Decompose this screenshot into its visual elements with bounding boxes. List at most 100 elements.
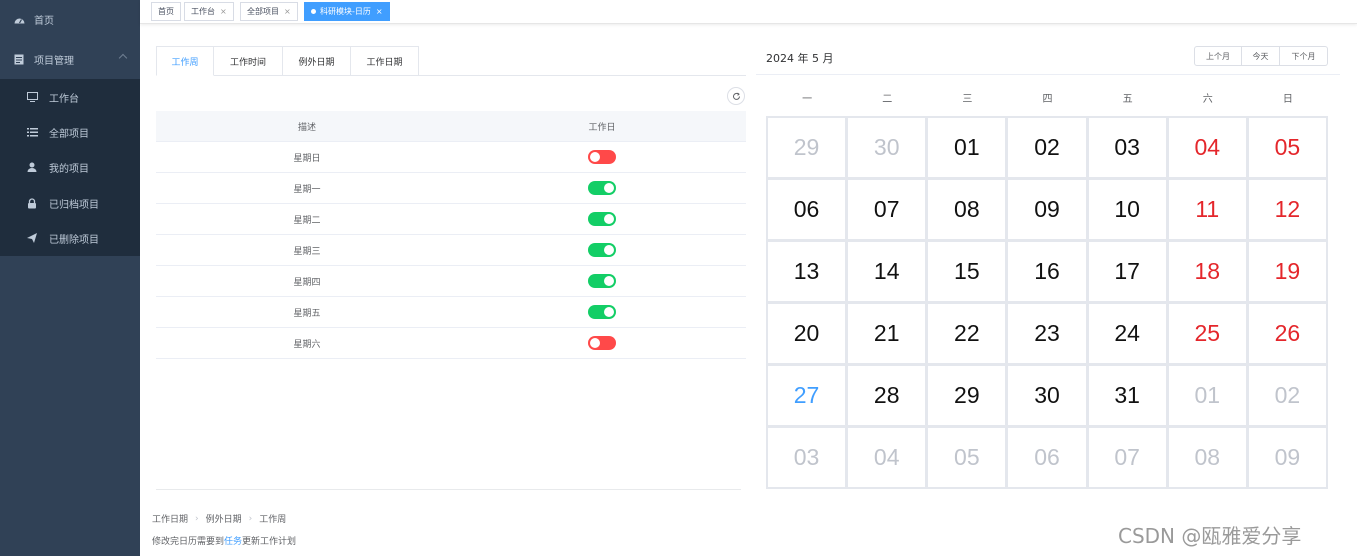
tag-all-projects[interactable]: 全部项目 × [240, 2, 298, 21]
calendar-day[interactable]: 10 [1088, 180, 1166, 239]
close-icon[interactable]: × [376, 7, 383, 16]
calendar-day[interactable]: 08 [1168, 428, 1246, 487]
calendar-day[interactable]: 25 [1168, 304, 1246, 363]
calendar-day[interactable]: 20 [768, 304, 846, 363]
calendar-day[interactable]: 08 [928, 180, 1006, 239]
breadcrumb-item[interactable]: 工作日期 [152, 512, 188, 525]
calendar-day[interactable]: 04 [848, 428, 926, 487]
breadcrumb-item[interactable]: 例外日期 [206, 512, 242, 525]
calendar-day[interactable]: 19 [1248, 242, 1326, 301]
today-button[interactable]: 今天 [1242, 46, 1280, 66]
workday-switch[interactable] [588, 305, 616, 319]
calendar-day[interactable]: 06 [768, 180, 846, 239]
calendar-day[interactable]: 02 [1248, 366, 1326, 425]
close-icon[interactable]: × [284, 7, 291, 16]
calendar-day[interactable]: 09 [1248, 428, 1326, 487]
calendar-day[interactable]: 28 [848, 366, 926, 425]
workday-switch[interactable] [588, 150, 616, 164]
workday-switch[interactable] [588, 212, 616, 226]
tab-label: 工作时间 [229, 57, 266, 68]
calendar-day[interactable]: 09 [1008, 180, 1086, 239]
switch-knob [604, 307, 614, 317]
calendar-day[interactable]: 31 [1088, 366, 1166, 425]
tab-label: 例外日期 [298, 57, 335, 68]
tag-research-calendar[interactable]: 科研模块-日历 × [304, 2, 390, 21]
calendar-day[interactable]: 30 [1008, 366, 1086, 425]
calendar-day[interactable]: 27 [768, 366, 846, 425]
table-row: 星期四 [156, 266, 746, 297]
weekday-label: 日 [1282, 94, 1293, 105]
column-header-description: 描述 [297, 122, 316, 133]
tag-home[interactable]: 首页 [151, 2, 181, 21]
calendar-day[interactable]: 22 [928, 304, 1006, 363]
calendar-day[interactable]: 06 [1008, 428, 1086, 487]
switch-knob [604, 214, 614, 224]
tab-work-time[interactable]: 工作时间 [214, 46, 283, 76]
task-link[interactable]: 任务 [224, 537, 242, 547]
next-month-button[interactable]: 下个月 [1280, 46, 1328, 66]
breadcrumb-item[interactable]: 工作周 [259, 512, 286, 525]
sidebar-item-deleted-projects[interactable]: 已删除项目 [0, 220, 140, 256]
menu-item-project-management[interactable]: 项目管理 [0, 41, 140, 77]
workday-switch[interactable] [588, 243, 616, 257]
calendar-day[interactable]: 07 [848, 180, 926, 239]
menu-item-home[interactable]: 首页 [0, 1, 140, 37]
tag-workbench[interactable]: 工作台 × [184, 2, 234, 21]
sidebar-item-workbench[interactable]: 工作台 [0, 79, 140, 115]
close-icon[interactable]: × [220, 7, 227, 16]
calendar-day[interactable]: 18 [1168, 242, 1246, 301]
calendar-day[interactable]: 14 [848, 242, 926, 301]
user-icon [25, 160, 39, 174]
tag-label: 全部项目 [247, 7, 279, 16]
workday-cell [458, 235, 746, 265]
menu-item-label: 首页 [34, 15, 54, 27]
tag-label: 工作台 [191, 7, 215, 16]
calendar-day[interactable]: 03 [768, 428, 846, 487]
calendar-day[interactable]: 03 [1088, 118, 1166, 177]
workday-switch[interactable] [588, 274, 616, 288]
calendar-day[interactable]: 07 [1088, 428, 1166, 487]
calendar-day[interactable]: 02 [1008, 118, 1086, 177]
calendar-day[interactable]: 05 [1248, 118, 1326, 177]
calendar-day[interactable]: 30 [848, 118, 926, 177]
calendar-day[interactable]: 23 [1008, 304, 1086, 363]
tab-exception-dates[interactable]: 例外日期 [283, 46, 351, 76]
calendar-day[interactable]: 21 [848, 304, 926, 363]
sidebar-item-my-projects[interactable]: 我的项目 [0, 149, 140, 185]
calendar-day[interactable]: 12 [1248, 180, 1326, 239]
sidebar-item-all-projects[interactable]: 全部项目 [0, 114, 140, 150]
project-icon [12, 52, 26, 66]
calendar-day[interactable]: 29 [768, 118, 846, 177]
tab-work-week[interactable]: 工作周 [156, 46, 214, 76]
calendar-day[interactable]: 01 [1168, 366, 1246, 425]
workday-cell [458, 328, 746, 358]
table-row: 星期二 [156, 204, 746, 235]
calendar-day[interactable]: 16 [1008, 242, 1086, 301]
workday-cell [458, 266, 746, 296]
calendar-day[interactable]: 04 [1168, 118, 1246, 177]
calendar-day[interactable]: 24 [1088, 304, 1166, 363]
tag-label: 首页 [158, 7, 174, 16]
work-week-table: 描述 工作日 星期日 星期一 星期二 星期三 星期四 星期五 星期六 [156, 111, 746, 359]
calendar-day[interactable]: 17 [1088, 242, 1166, 301]
calendar-day[interactable]: 11 [1168, 180, 1246, 239]
refresh-button[interactable] [727, 87, 745, 105]
divider [156, 489, 741, 490]
tab-work-dates[interactable]: 工作日期 [351, 46, 419, 76]
menu-item-label: 全部项目 [49, 128, 89, 140]
table-row: 星期一 [156, 173, 746, 204]
workday-cell [458, 142, 746, 172]
calendar-day[interactable]: 13 [768, 242, 846, 301]
calendar-day[interactable]: 15 [928, 242, 1006, 301]
calendar-day[interactable]: 05 [928, 428, 1006, 487]
breadcrumb: 工作日期 › 例外日期 › 工作周 [152, 512, 286, 526]
table-body: 星期日 星期一 星期二 星期三 星期四 星期五 星期六 [156, 142, 746, 359]
calendar-day[interactable]: 01 [928, 118, 1006, 177]
day-description: 星期六 [293, 339, 321, 350]
calendar-day[interactable]: 29 [928, 366, 1006, 425]
prev-month-button[interactable]: 上个月 [1194, 46, 1242, 66]
sidebar-item-archived-projects[interactable]: 已归档项目 [0, 185, 140, 221]
calendar-day[interactable]: 26 [1248, 304, 1326, 363]
workday-switch[interactable] [588, 181, 616, 195]
workday-switch[interactable] [588, 336, 616, 350]
